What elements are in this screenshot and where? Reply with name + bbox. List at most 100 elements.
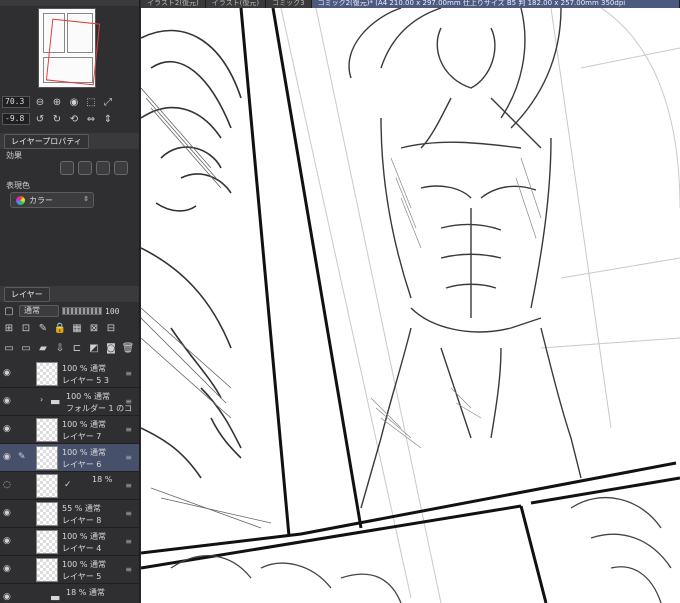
eye-icon[interactable]: ◉ [3, 564, 15, 574]
layer-thumbnail [36, 446, 58, 470]
layer-thumbnail [36, 502, 58, 526]
manga-sketch [141, 8, 680, 603]
zoom-in-icon[interactable]: ⊕ [50, 95, 64, 109]
layer-row[interactable]: ◉ 100 % 通常 レイヤー 4 ≡ [0, 528, 139, 556]
layer-lock-row: ⊞ ⊡ ✎ 🔒 ▦ ⊠ ⊟ [0, 320, 139, 336]
drag-handle-icon[interactable]: ≡ [125, 509, 132, 518]
drag-handle-icon[interactable]: ≡ [125, 565, 132, 574]
navigator-thumbnail[interactable] [38, 8, 101, 88]
expression-color-label: 表現色 [6, 181, 30, 190]
clip-studio-window: 70.3 ⊖ ⊕ ◉ ⬚ ⤢ -9.8 ↺ ↻ ⟲ ⇔ ⇕ レイヤープロパティ … [0, 0, 680, 603]
view-frame[interactable] [45, 18, 101, 86]
new-folder-icon[interactable]: ▰ [36, 341, 50, 355]
color-wheel-icon [16, 196, 25, 205]
ruler-icon[interactable]: ⊟ [104, 321, 118, 335]
delete-icon[interactable]: 🗑 [121, 341, 135, 355]
drag-handle-icon[interactable]: ≡ [125, 397, 132, 406]
lock-layer-icon[interactable]: 🔒 [53, 321, 67, 335]
rotation-field[interactable]: -9.8 [2, 113, 30, 125]
eye-icon[interactable]: ◉ [3, 452, 15, 462]
combine-icon[interactable]: ⊏ [70, 341, 84, 355]
tab-document[interactable]: イラスト(復元) [205, 0, 267, 8]
lock-icon[interactable]: ▢ [2, 304, 16, 318]
drag-handle-icon[interactable]: ≡ [125, 369, 132, 378]
layer-row-selected[interactable]: ◉ ✎ 100 % 通常 レイヤー 6 ≡ [0, 444, 139, 472]
layer-row[interactable]: ◉ 100 % 通常 レイヤー 5 3 ≡ [0, 360, 139, 388]
tab-document[interactable]: コミック3 [266, 0, 312, 8]
draft-icon[interactable]: ✎ [36, 321, 50, 335]
opacity-value[interactable]: 100 [105, 307, 119, 316]
zoom-row: 70.3 ⊖ ⊕ ◉ ⬚ ⤢ [0, 94, 139, 110]
pen-icon: ✎ [18, 452, 26, 462]
actual-size-icon[interactable]: ◉ [67, 95, 81, 109]
zoom-out-icon[interactable]: ⊖ [33, 95, 47, 109]
extract-line-icon[interactable] [114, 161, 128, 175]
fit-width-icon[interactable]: ⤢ [101, 95, 115, 109]
fit-icon[interactable]: ⬚ [84, 95, 98, 109]
expand-caret-icon[interactable]: › [40, 395, 43, 404]
drag-handle-icon[interactable]: ≡ [125, 537, 132, 546]
layer-thumbnail [36, 474, 58, 498]
drag-handle-icon[interactable]: ≡ [125, 453, 132, 462]
layer-list: ◉ 100 % 通常 レイヤー 5 3 ≡ ◉ › ▬ 100 % 通常 フォル… [0, 360, 139, 603]
layer-color-icon[interactable] [96, 161, 110, 175]
tab-document-active[interactable]: コミック2(復元)* (A4 210.00 x 297.00mm 仕上りサイズ … [311, 0, 680, 8]
zoom-field[interactable]: 70.3 [2, 96, 30, 108]
navigator-header [0, 0, 139, 6]
tab-document[interactable]: イラスト2(復元) [141, 0, 206, 8]
blend-mode-select[interactable]: 通常 [19, 305, 59, 317]
eye-icon[interactable]: ◉ [3, 592, 15, 602]
document-tabs: イラスト2(復元) イラスト(復元) コミック3 コミック2(復元)* (A4 … [141, 0, 680, 8]
new-raster-icon[interactable]: ▭ [2, 341, 16, 355]
new-vector-icon[interactable]: ▭ [19, 341, 33, 355]
flip-vertical-icon[interactable]: ⇕ [101, 112, 115, 126]
chevron-updown-icon: ⇳ [83, 195, 89, 203]
eye-icon[interactable]: ◉ [3, 424, 15, 434]
flip-horizontal-icon[interactable]: ⇔ [84, 112, 98, 126]
apply-mask-icon[interactable]: ◙ [104, 341, 118, 355]
eye-icon[interactable]: ◉ [3, 536, 15, 546]
layer-row[interactable]: ◉ › ▬ 100 % 通常 フォルダー 1 のコ ≡ [0, 388, 139, 416]
reset-rotation-icon[interactable]: ⟲ [67, 112, 81, 126]
lock-alpha-icon[interactable]: ▦ [70, 321, 84, 335]
layer-row[interactable]: ◉ 100 % 通常 レイヤー 5 ≡ [0, 556, 139, 584]
layer-name: レイヤー 4 [62, 544, 102, 553]
rotate-left-icon[interactable]: ↺ [33, 112, 47, 126]
eye-icon[interactable]: ◉ [3, 396, 15, 406]
transfer-icon[interactable]: ⇩ [53, 341, 67, 355]
rotate-right-icon[interactable]: ↻ [50, 112, 64, 126]
expression-color-select[interactable]: カラー ⇳ [10, 192, 94, 208]
layer-thumbnail [36, 530, 58, 554]
drag-handle-icon[interactable]: ≡ [125, 481, 132, 490]
border-effect-icon[interactable] [60, 161, 74, 175]
layer-blend-row: ▢ 通常 100 [0, 303, 139, 319]
eye-icon[interactable]: ◉ [3, 508, 15, 518]
drawing-canvas[interactable] [141, 8, 680, 603]
opacity-slider[interactable] [62, 307, 102, 315]
layer-info: 100 % 通常 [62, 448, 106, 457]
effect-buttons [60, 160, 134, 176]
layer-name: レイヤー 6 [62, 460, 102, 469]
effect-label: 効果 [6, 151, 22, 160]
layer-row[interactable]: ◌ ✓ 18 % ≡ [0, 472, 139, 500]
eye-icon[interactable]: ◌ [3, 480, 15, 490]
folder-icon: ▬ [50, 591, 61, 603]
layer-info: 18 % 通常 [66, 588, 105, 597]
mask-enable-icon[interactable]: ⊠ [87, 321, 101, 335]
tab-layer[interactable]: レイヤー [4, 286, 50, 302]
check-icon: ✓ [64, 480, 72, 490]
reference-icon[interactable]: ⊡ [19, 321, 33, 335]
folder-icon: ▬ [50, 395, 61, 408]
layer-row[interactable]: ◉ 100 % 通常 レイヤー 7 ≡ [0, 416, 139, 444]
tone-effect-icon[interactable] [78, 161, 92, 175]
layer-name: フォルダー 1 のコ [66, 404, 133, 413]
layer-row[interactable]: ◉ 55 % 通常 レイヤー 8 ≡ [0, 500, 139, 528]
layer-name: レイヤー 5 [62, 572, 102, 581]
mask-icon[interactable]: ◩ [87, 341, 101, 355]
layer-row[interactable]: ◉ ▬ 18 % 通常 [0, 584, 139, 603]
drag-handle-icon[interactable]: ≡ [125, 425, 132, 434]
layer-panel-header: レイヤー [0, 286, 139, 302]
tab-layer-property[interactable]: レイヤープロパティ [4, 133, 89, 149]
eye-icon[interactable]: ◉ [3, 368, 15, 378]
clip-icon[interactable]: ⊞ [2, 321, 16, 335]
